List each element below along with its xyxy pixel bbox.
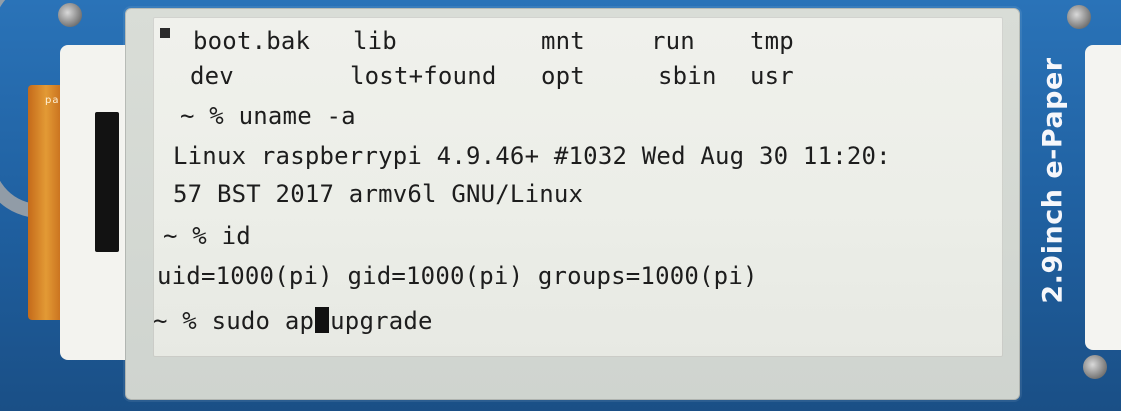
prompt-current[interactable]: ~ % sudo ap upgrade: [153, 307, 433, 335]
brand-label: 2.9inch e-Paper: [1028, 55, 1078, 305]
uname-output-line-1: Linux raspberrypi 4.9.46+ #1032 Wed Aug …: [173, 142, 891, 170]
ls-item: dev: [190, 62, 234, 90]
ls-item: usr: [750, 62, 794, 90]
screw-icon: [1083, 355, 1107, 379]
epaper-photo: pal boot.bak lib mnt run tmp dev lost+fo…: [0, 0, 1121, 411]
ls-item: mnt: [541, 27, 585, 55]
ls-item: tmp: [750, 27, 794, 55]
prompt-id: ~ % id: [163, 222, 251, 250]
ls-item: opt: [541, 62, 585, 90]
white-side-strip: [1085, 45, 1121, 350]
flex-ribbon: [28, 85, 64, 320]
corner-marker: [160, 28, 170, 38]
ls-item: sbin: [658, 62, 717, 90]
text-cursor: [315, 307, 330, 333]
brand-label-text: 2.9inch e-Paper: [1037, 56, 1069, 304]
ls-item: boot.bak: [193, 27, 311, 55]
ls-item: run: [651, 27, 695, 55]
screw-icon: [1067, 5, 1091, 29]
ls-item: lib: [353, 27, 397, 55]
ls-item: lost+found: [350, 62, 497, 90]
prompt-text-after-cursor: upgrade: [330, 307, 433, 335]
uname-output-line-2: 57 BST 2017 armv6l GNU/Linux: [173, 180, 584, 208]
screw-icon: [58, 3, 82, 27]
prompt-text-before-cursor: ~ % sudo ap: [153, 307, 315, 335]
id-output: uid=1000(pi) gid=1000(pi) groups=1000(pi…: [157, 262, 758, 290]
clip-slot: [95, 112, 119, 252]
terminal-display: boot.bak lib mnt run tmp dev lost+found …: [153, 17, 1003, 357]
prompt-uname: ~ % uname -a: [180, 102, 356, 130]
